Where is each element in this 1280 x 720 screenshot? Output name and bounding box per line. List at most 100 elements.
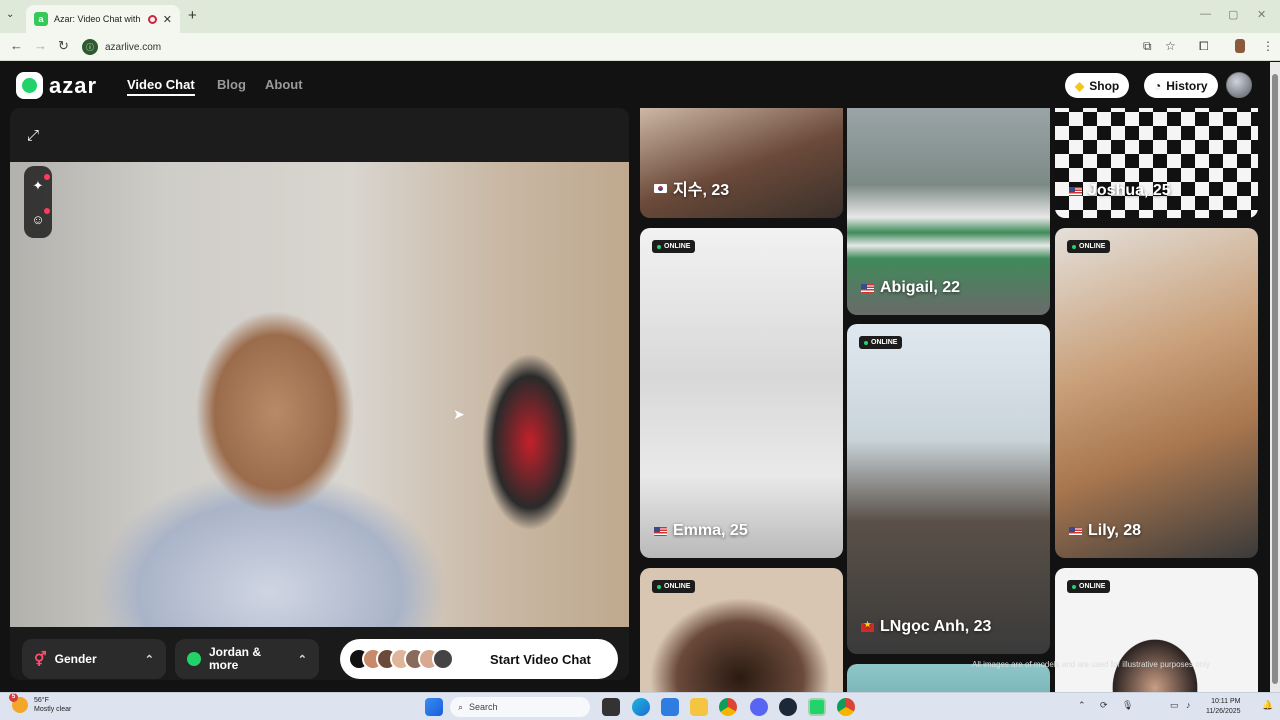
online-badge: ONLINE [1067, 580, 1111, 593]
minimize-icon[interactable]: — [1200, 8, 1211, 20]
tray-chevron-icon[interactable]: ⌃ [1078, 700, 1086, 711]
weather-temp: 56°F [34, 697, 49, 704]
nav-video-chat[interactable]: Video Chat [127, 77, 195, 96]
tray-monitor-icon[interactable]: ▭ [1170, 700, 1179, 711]
start-menu-icon[interactable] [425, 698, 443, 716]
page-scrollbar[interactable] [1270, 62, 1280, 692]
weather-desc: Mostly clear [34, 706, 72, 713]
online-badge: ONLINE [652, 240, 696, 253]
face-thumb [432, 648, 454, 670]
online-badge: ONLINE [1067, 240, 1111, 253]
tab-search-icon[interactable]: ⌄ [6, 9, 14, 20]
profile-card[interactable]: Abigail, 22 [847, 108, 1050, 315]
gem-icon: ◆ [1075, 78, 1085, 93]
mask-icon[interactable]: ☺ [30, 212, 46, 228]
profile-card[interactable]: ONLINE Lily, 28 [1055, 228, 1258, 558]
install-app-icon[interactable]: ⧉ [1143, 39, 1152, 54]
discord-icon[interactable] [750, 698, 768, 716]
region-filter-button[interactable]: Jordan & more ⌃ [175, 639, 319, 679]
store-icon[interactable] [661, 698, 679, 716]
region-icon [187, 652, 201, 666]
fullscreen-icon[interactable]: ⤢ [27, 127, 47, 147]
scrollbar-thumb[interactable] [1272, 74, 1278, 684]
edge-icon[interactable] [632, 698, 650, 716]
weather-icon: 5 [9, 693, 28, 713]
online-badge: ONLINE [859, 336, 903, 349]
profile-name: Lily, 28 [1069, 522, 1141, 540]
profiles-grid: 지수, 23 ONLINE Emma, 25 ONLINE Abigail, 2… [640, 108, 1260, 692]
effects-sparkle-icon[interactable]: ✦ [30, 178, 46, 194]
profile-icon[interactable] [1235, 39, 1245, 53]
mouse-cursor-icon: ➤ [453, 406, 465, 422]
search-placeholder: Search [469, 702, 498, 712]
browser-tab[interactable]: a Azar: Video Chat with New ✕ [26, 5, 180, 33]
disclaimer-text: All images are of models and are used fo… [972, 660, 1210, 669]
close-tab-icon[interactable]: ✕ [163, 13, 172, 26]
tray-mic-icon[interactable]: 🎙 [1122, 700, 1133, 711]
chevron-up-icon: ⌃ [144, 653, 154, 666]
recording-icon [147, 14, 157, 24]
profile-card[interactable]: ONLINE [1055, 568, 1258, 692]
close-window-icon[interactable]: ✕ [1257, 8, 1266, 21]
brand-name: azar [49, 72, 98, 98]
clock-date: 11/26/2025 [1206, 708, 1241, 715]
nav-about[interactable]: About [265, 77, 303, 92]
file-explorer-icon[interactable] [690, 698, 708, 716]
steam-icon[interactable] [779, 698, 797, 716]
webcam-feed [10, 162, 629, 627]
profile-name: 지수, 23 [654, 176, 729, 200]
history-label: History [1166, 78, 1208, 93]
chrome-icon[interactable] [719, 698, 737, 716]
forward-icon[interactable]: → [34, 38, 47, 53]
flag-us-icon [861, 283, 874, 293]
profile-card[interactable]: ONLINE [640, 568, 843, 692]
tray-volume-icon[interactable]: ♪ [1186, 700, 1191, 710]
reload-icon[interactable]: ↻ [58, 38, 69, 54]
history-button[interactable]: ◔ History [1144, 73, 1218, 98]
bookmark-star-icon[interactable]: ☆ [1165, 39, 1176, 53]
menu-dots-icon[interactable]: ⋮ [1262, 39, 1274, 53]
task-view-icon[interactable] [602, 698, 620, 716]
profile-card[interactable]: 지수, 23 [640, 108, 843, 218]
nav-blog[interactable]: Blog [217, 77, 246, 92]
taskbar-search[interactable]: ⌕ Search [450, 697, 590, 717]
azar-app-icon[interactable] [808, 698, 826, 716]
profile-card[interactable]: Joshua, 25 [1055, 108, 1258, 218]
flag-us-icon [1069, 186, 1082, 196]
flag-kr-icon [654, 183, 667, 193]
chevron-up-icon: ⌃ [297, 653, 307, 666]
taskbar: 5 56°F Mostly clear ⌕ Search ⌃ ⟳ 🎙 ▭ ♪ 1… [0, 692, 1280, 720]
control-bar: ⚥ Gender ⌃ Jordan & more ⌃ Start Video C… [10, 627, 629, 680]
preview-faces [348, 648, 454, 670]
address-bar: ← → ↻ ⓘ azarlive.com ⧉ ☆ ⧠ ⋮ [0, 33, 1280, 61]
clock-time: 10:11 PM [1211, 698, 1241, 705]
weather-widget[interactable]: 5 56°F Mostly clear [9, 693, 72, 714]
profile-card[interactable]: ONLINE LNgọc Anh, 23 [847, 324, 1050, 654]
gender-filter-button[interactable]: ⚥ Gender ⌃ [22, 639, 166, 679]
azar-logo[interactable]: azar [16, 72, 97, 99]
chrome-profile-icon[interactable] [837, 698, 855, 716]
profile-name: Emma, 25 [654, 522, 748, 540]
shop-button[interactable]: ◆ Shop [1065, 73, 1130, 98]
gender-icon: ⚥ [34, 650, 47, 667]
system-clock[interactable]: 10:11 PM 11/26/2025 [1206, 697, 1241, 717]
video-panel: ⤢ ✦ ☺ ➤ ⚥ Gender ⌃ Jordan & more ⌃ Start… [10, 108, 629, 680]
side-tools: ✦ ☺ [24, 166, 52, 238]
url-field[interactable]: ⓘ azarlive.com [82, 37, 161, 57]
tray-sync-icon[interactable]: ⟳ [1100, 700, 1108, 711]
new-tab-button[interactable]: + [188, 7, 197, 24]
back-icon[interactable]: ← [10, 38, 23, 53]
azar-logo-icon [16, 72, 43, 99]
flag-us-icon [654, 526, 667, 536]
maximize-icon[interactable]: ▢ [1228, 8, 1238, 21]
user-avatar[interactable] [1226, 72, 1252, 98]
profile-name: Abigail, 22 [861, 279, 960, 297]
start-video-chat-button[interactable]: Start Video Chat [340, 639, 618, 679]
extensions-icon[interactable]: ⧠ [1199, 39, 1209, 54]
tab-title: Azar: Video Chat with New [54, 14, 142, 24]
site-info-icon[interactable]: ⓘ [82, 39, 98, 55]
gender-label: Gender [54, 652, 97, 666]
notifications-icon[interactable]: 🔔 [1262, 700, 1273, 711]
search-icon: ⌕ [458, 701, 464, 712]
profile-card[interactable]: ONLINE Emma, 25 [640, 228, 843, 558]
